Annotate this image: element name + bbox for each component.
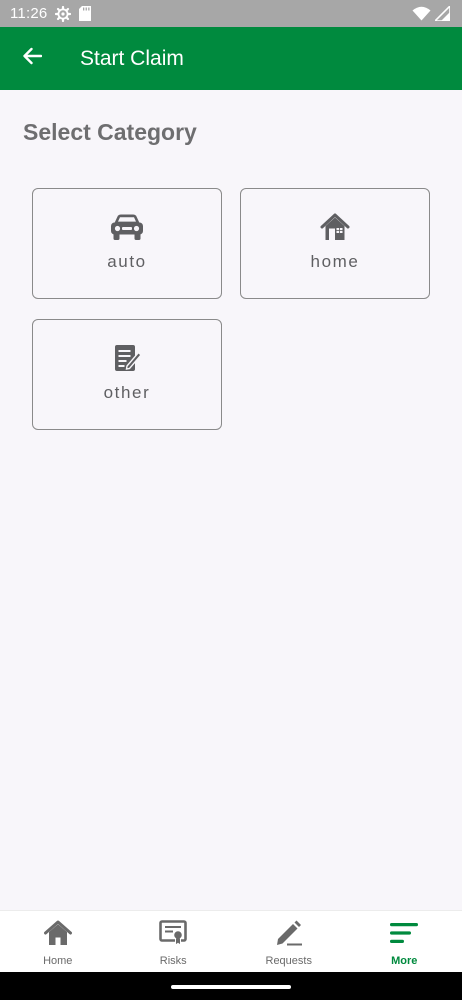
settings-icon	[55, 5, 72, 22]
document-edit-icon	[113, 344, 142, 377]
arrow-left-icon	[22, 47, 43, 70]
nav-label: Requests	[265, 955, 312, 967]
nav-item-more[interactable]: More	[347, 911, 462, 972]
nav-label: Home	[43, 955, 73, 967]
nav-item-risks[interactable]: Risks	[116, 911, 232, 972]
page-title: Start Claim	[80, 46, 184, 70]
app-bar: Start Claim	[0, 27, 462, 90]
sd-card-icon	[79, 6, 92, 21]
gesture-navigation-bar	[0, 972, 462, 1000]
nav-label: More	[391, 955, 418, 967]
category-card-other[interactable]: other	[32, 319, 222, 430]
pencil-icon	[275, 920, 303, 951]
category-label: other	[103, 382, 151, 402]
certificate-icon	[159, 919, 188, 951]
category-card-home[interactable]: home	[240, 188, 430, 299]
category-label: home	[310, 251, 360, 271]
category-label: auto	[107, 251, 147, 271]
menu-lines-icon	[390, 922, 419, 949]
status-time: 11:26	[10, 5, 48, 22]
house-icon	[320, 213, 350, 246]
nav-label: Risks	[159, 955, 187, 967]
back-button[interactable]	[0, 27, 64, 90]
nav-item-requests[interactable]: Requests	[231, 911, 347, 972]
wifi-icon	[412, 6, 431, 21]
start-claim-screen: 11:26 Start Claim Select Category auto h…	[0, 0, 462, 1000]
category-card-auto[interactable]: auto	[32, 188, 222, 299]
signal-icon	[435, 6, 450, 21]
bottom-navigation: Home Risks Requests More	[0, 910, 462, 972]
car-icon	[110, 214, 144, 246]
home-icon	[43, 920, 72, 951]
nav-item-home[interactable]: Home	[0, 911, 116, 972]
home-indicator[interactable]	[171, 985, 291, 989]
section-title: Select Category	[23, 119, 197, 145]
status-bar: 11:26	[0, 0, 462, 27]
